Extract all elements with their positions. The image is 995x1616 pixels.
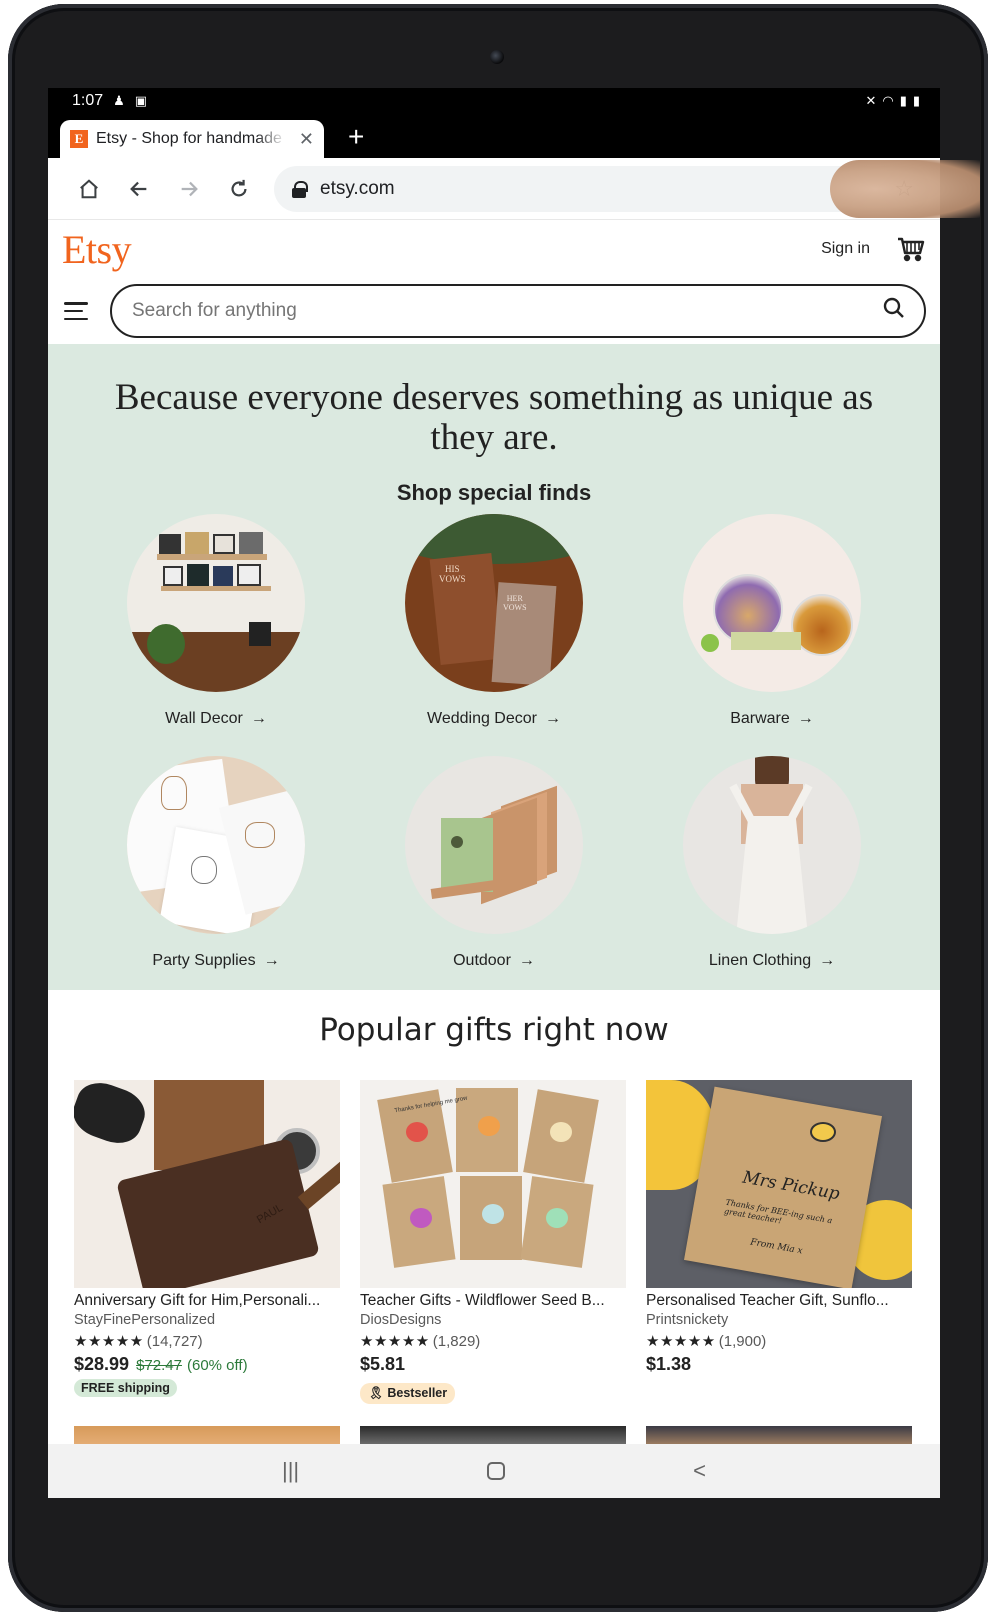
shop-name: StayFinePersonalized	[74, 1312, 216, 1328]
product-title: Teacher Gifts - Wildflower Seed B...	[360, 1292, 605, 1309]
signal-icon: ▮	[899, 93, 907, 108]
search-placeholder: Search for anything	[132, 300, 297, 321]
recent-apps-button[interactable]: |||	[282, 1458, 299, 1484]
free-shipping-badge: FREE shipping	[74, 1379, 177, 1397]
bestseller-badge: 🎗 Bestseller	[360, 1383, 456, 1404]
ribbon-icon: 🎗	[368, 1386, 384, 1400]
back-arrow-icon[interactable]	[116, 166, 162, 212]
category-party-supplies[interactable]: Party Supplies →	[86, 756, 346, 970]
product-price: $28.99 $72.47 (60% off)	[74, 1354, 248, 1374]
category-label: Party Supplies →	[152, 952, 280, 969]
site-header: Etsy Sign in	[48, 220, 940, 278]
product-card[interactable]: Mrs Pickup Thanks for BEE-ing such a gre…	[646, 1080, 912, 1375]
arrow-right-icon: →	[263, 952, 280, 969]
category-linen-clothing[interactable]: Linen Clothing →	[642, 756, 902, 970]
wedding-decor-image: HIS VOWS HER VOWS	[405, 514, 583, 692]
shop-name: Printsnickety	[646, 1312, 729, 1328]
product-price: $5.81	[360, 1354, 406, 1374]
search-icon[interactable]	[882, 296, 906, 326]
arrow-right-icon: →	[250, 710, 267, 727]
party-supplies-image	[127, 756, 305, 934]
product-title: Personalised Teacher Gift, Sunflo...	[646, 1292, 889, 1309]
arrow-right-icon: →	[797, 710, 814, 727]
wall-decor-image	[127, 514, 305, 692]
product-card[interactable]: PAUL Anniversary Gift for Him,Personali.…	[74, 1080, 340, 1397]
category-wedding-decor[interactable]: HIS VOWS HER VOWS Wedding Decor →	[364, 514, 624, 728]
category-barware[interactable]: Barware →	[642, 514, 902, 728]
home-button[interactable]	[487, 1462, 506, 1480]
wifi-icon: ◠	[882, 93, 894, 108]
etsy-favicon-icon: E	[70, 130, 88, 148]
status-time: 1:07	[72, 92, 104, 109]
device-screen: 1:07 ♟ ▣ ✕ ◠ ▮ ▮ E Etsy - Shop for handm…	[48, 88, 940, 1498]
linen-clothing-image	[683, 756, 861, 934]
category-label: Wedding Decor →	[427, 710, 561, 727]
mute-icon: ✕	[865, 93, 877, 108]
outdoor-image	[405, 756, 583, 934]
front-camera	[490, 50, 504, 64]
hamburger-menu-icon[interactable]	[64, 302, 88, 320]
search-row: Search for anything	[48, 278, 940, 344]
notification-icon: ▣	[134, 93, 148, 108]
lock-icon	[292, 180, 308, 198]
category-label: Barware →	[730, 710, 814, 727]
product-image-seed-cards: Thanks for helping me grow	[360, 1080, 626, 1288]
close-tab-icon[interactable]: ✕	[299, 129, 314, 150]
product-title: Anniversary Gift for Him,Personali...	[74, 1292, 321, 1309]
browser-tab[interactable]: E Etsy - Shop for handmade ✕	[60, 120, 324, 158]
etsy-logo[interactable]: Etsy	[62, 226, 132, 273]
hero-section: Because everyone deserves something as u…	[48, 344, 940, 990]
rating-stars: ★★★★★ (1,900)	[646, 1333, 767, 1350]
popular-gifts-section: Popular gifts right now PAUL Anniversary…	[48, 990, 940, 1498]
review-count: (1,900)	[718, 1333, 767, 1350]
popular-heading: Popular gifts right now	[319, 1012, 669, 1048]
arrow-right-icon: →	[544, 710, 561, 727]
tab-title-fade	[256, 120, 286, 158]
battery-icon: ▮	[912, 93, 920, 108]
product-image-wallet: PAUL	[74, 1080, 340, 1288]
arrow-right-icon: →	[819, 952, 836, 969]
home-icon[interactable]	[66, 166, 112, 212]
search-input[interactable]: Search for anything	[110, 284, 926, 338]
category-outdoor[interactable]: Outdoor →	[364, 756, 624, 970]
review-count: (14,727)	[146, 1333, 203, 1350]
review-count: (1,829)	[432, 1333, 481, 1350]
sign-in-link[interactable]: Sign in	[821, 240, 870, 258]
category-wall-decor[interactable]: Wall Decor →	[86, 514, 346, 728]
url-text: etsy.com	[320, 177, 395, 199]
category-label: Wall Decor →	[165, 710, 267, 727]
status-bar: 1:07 ♟ ▣ ✕ ◠ ▮ ▮	[48, 88, 940, 114]
category-label: Outdoor →	[453, 952, 535, 969]
back-button[interactable]: <	[693, 1458, 706, 1484]
new-tab-button[interactable]: +	[348, 122, 364, 152]
cart-icon[interactable]	[896, 234, 926, 264]
original-price: $72.47	[136, 1357, 182, 1374]
arrow-right-icon: →	[518, 952, 535, 969]
finger-overlay	[830, 160, 980, 218]
product-image-teacher-card: Mrs Pickup Thanks for BEE-ing such a gre…	[646, 1080, 912, 1288]
rating-stars: ★★★★★ (1,829)	[360, 1333, 481, 1350]
forward-arrow-icon[interactable]	[166, 166, 212, 212]
product-price: $1.38	[646, 1354, 692, 1374]
hero-subhead: Shop special finds	[396, 480, 592, 505]
barware-image	[683, 514, 861, 692]
shop-name: DiosDesigns	[360, 1312, 442, 1328]
reload-icon[interactable]	[216, 166, 262, 212]
product-card[interactable]: Thanks for helping me grow Teacher Gifts…	[360, 1080, 626, 1404]
tab-strip: E Etsy - Shop for handmade ✕ +	[48, 114, 940, 158]
rating-stars: ★★★★★ (14,727)	[74, 1333, 203, 1350]
hero-headline: Because everyone deserves something as u…	[114, 377, 874, 458]
category-label: Linen Clothing →	[708, 952, 836, 969]
system-nav-bar: ||| <	[48, 1444, 940, 1498]
browser-toolbar: etsy.com ☆	[48, 158, 940, 220]
person-icon: ♟	[113, 93, 125, 108]
discount: (60% off)	[186, 1357, 248, 1374]
